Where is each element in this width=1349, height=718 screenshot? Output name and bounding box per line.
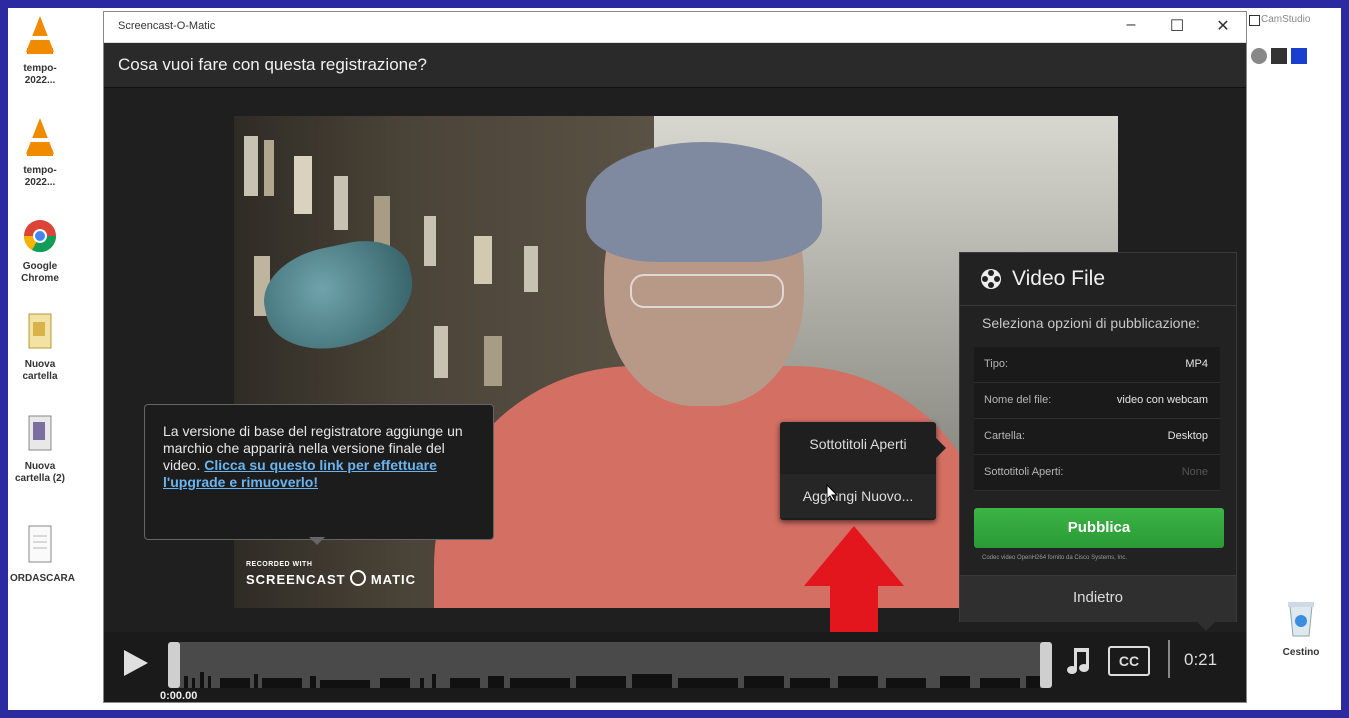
screencast-window: Screencast-O-Matic – ☐ ✕ Cosa vuoi fare … [104,12,1246,702]
desktop-icon-label: Nuova cartella [22,359,58,382]
desktop-icon-vlc-1[interactable]: tempo-2022... [10,14,70,87]
panel-header: Video File [960,253,1236,306]
upgrade-tooltip: La versione di base del registratore agg… [144,404,494,545]
desktop-icon-document[interactable]: ORDASCARA [10,524,75,585]
camstudio-widget[interactable]: CamStudio [1249,14,1339,74]
desktop-icon-label: tempo-2022... [23,63,57,86]
stop-icon[interactable] [1291,48,1307,64]
red-arrow-annotation-icon [804,526,904,646]
watermark-logo-icon [350,570,367,586]
plant-decoration [255,231,423,361]
film-reel-icon [981,269,1001,289]
recycle-bin[interactable]: Cestino [1276,598,1326,658]
recycle-bin-icon [1288,602,1314,637]
publish-button[interactable]: Pubblica [974,508,1224,548]
desktop-icon-label: Nuova cartella (2) [14,461,66,484]
chrome-icon [23,220,57,253]
frame-border-bottom [0,710,1349,718]
window-titlebar: Screencast-O-Matic – ☐ ✕ [104,12,1246,43]
captions-button[interactable]: CC [1108,646,1150,676]
desktop-icon-label: tempo-2022... [23,165,57,188]
mouse-cursor-icon [826,484,839,502]
record-icon[interactable] [1251,48,1267,64]
subtitles-menu: Sottotitoli Aperti Aggiungi Nuovo... [780,422,946,520]
desktop-icon-chrome[interactable]: Google Chrome [10,218,70,285]
person-hair [586,142,822,262]
camstudio-window-icon [1249,15,1260,26]
duration-label: 0:21 [1184,650,1218,669]
frame-border-left [0,0,8,718]
desktop-icon-folder-1[interactable]: Nuova cartella [10,312,70,383]
desktop-icon-vlc-2[interactable]: tempo-2022... [10,116,70,189]
camstudio-title: CamStudio [1261,14,1311,25]
codec-notice: Codec video OpenH264 fornito da Cisco Sy… [982,555,1128,561]
watermark-brand: SCREENCAST MATIC [246,570,417,587]
upgrade-link[interactable]: Clicca su questo link per effettuare l'u… [163,457,437,490]
maximize-button[interactable]: ☐ [1162,16,1192,36]
back-button[interactable]: Indietro [960,575,1236,622]
pause-icon[interactable] [1271,48,1287,64]
watermark-recorded-with: RECORDED WITH [246,561,313,568]
panel-title: Video File [1012,267,1106,290]
recycle-bin-label: Cestino [1282,647,1320,658]
menu-item-open-subtitles[interactable]: Sottotitoli Aperti [780,422,936,466]
vlc-icon [26,16,54,54]
publish-options: Tipo: MP4 Nome del file: video con webcam … [974,347,1220,491]
option-row-type[interactable]: Tipo: MP4 [974,347,1220,383]
desktop-icon-label: ORDASCARA [10,573,75,584]
video-file-panel: Video File Seleziona opzioni di pubblica… [959,252,1237,631]
current-time: 0:00.00 [160,690,198,702]
audio-waveform [184,672,1040,688]
music-note-icon[interactable] [1066,646,1092,676]
frame-border-right [1341,0,1349,718]
vlc-icon [26,118,54,156]
desktop-icon-label: Google Chrome [21,261,59,284]
option-row-filename[interactable]: Nome del file: video con webcam [974,383,1220,419]
controls-divider [1168,640,1170,678]
menu-item-add-new[interactable]: Aggiungi Nuovo... [780,474,936,518]
timeline-track[interactable] [170,642,1050,688]
window-title: Screencast-O-Matic [118,20,216,32]
document-icon [28,525,52,563]
option-row-subtitles[interactable]: Sottotitoli Aperti: None [974,455,1220,491]
panel-subtitle: Seleziona opzioni di pubblicazione: [982,315,1200,331]
page-title: Cosa vuoi fare con questa registrazione? [118,55,428,74]
watermark: RECORDED WITH SCREENCAST MATIC [246,561,416,587]
question-header: Cosa vuoi fare con questa registrazione? [104,43,1246,88]
minimize-button[interactable]: – [1116,16,1146,34]
trim-handle-left[interactable] [168,642,180,688]
option-row-folder[interactable]: Cartella: Desktop [974,419,1220,455]
player-controls: 0:00.00 CC 0:21 [104,632,1246,702]
play-icon[interactable] [124,650,148,676]
trim-handle-right[interactable] [1040,642,1052,688]
folder-icon [28,415,52,451]
person-glasses [630,274,784,308]
close-button[interactable]: ✕ [1208,16,1238,36]
folder-icon [28,313,52,349]
frame-border-top [0,0,1349,8]
desktop-icon-folder-2[interactable]: Nuova cartella (2) [10,414,70,485]
